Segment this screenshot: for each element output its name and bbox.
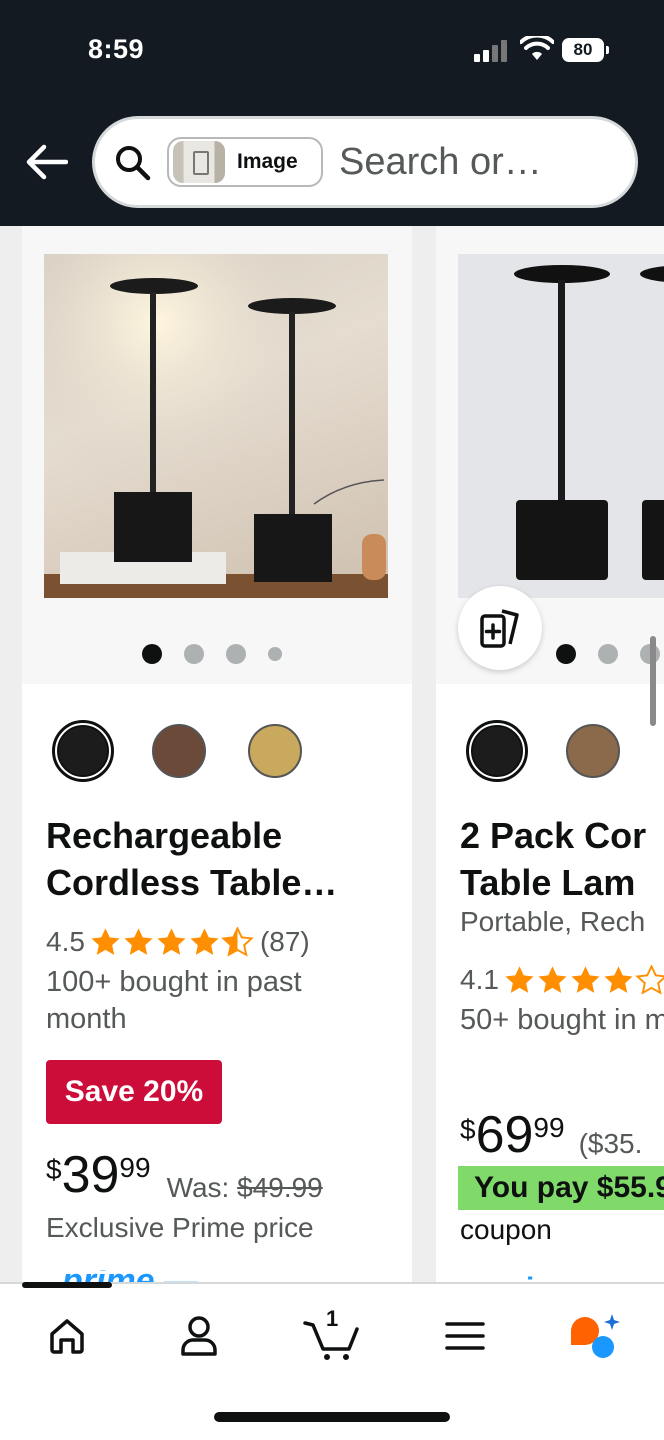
color-swatches xyxy=(52,720,306,782)
carousel-dot[interactable] xyxy=(184,644,204,664)
horizontal-scroll-indicator xyxy=(650,636,656,726)
carousel-dot[interactable] xyxy=(556,644,576,664)
rating-row[interactable]: 4.1 xyxy=(460,964,664,996)
nav-rufus[interactable] xyxy=(560,1308,630,1364)
unit-price: ($35. xyxy=(578,1128,643,1159)
star-rating-icon xyxy=(503,965,664,995)
compare-cards-icon xyxy=(480,609,519,648)
product-image[interactable] xyxy=(458,254,664,598)
rating-value: 4.1 xyxy=(460,964,499,995)
lamp-illustration xyxy=(44,254,388,598)
rating-value: 4.5 xyxy=(46,926,85,957)
nav-home[interactable] xyxy=(32,1308,102,1364)
carousel-dot[interactable] xyxy=(226,644,246,664)
product-subtitle: Portable, Rech xyxy=(460,906,646,937)
image-search-chip[interactable]: Image xyxy=(167,137,323,187)
prime-note: Exclusive Prime price xyxy=(46,1212,314,1243)
arrow-left-icon xyxy=(26,144,68,180)
nav-cart[interactable]: 1 xyxy=(296,1306,366,1364)
results-area: Rechargeable Cordless Table… 4.5 (87) 10… xyxy=(0,226,664,1284)
image-carousel-dots xyxy=(556,644,660,664)
was-price: Was: $49.99 xyxy=(166,1172,323,1203)
price: $ 69 99 ($35. xyxy=(460,1106,643,1164)
cart-count: 1 xyxy=(326,1306,339,1331)
image-carousel-dots xyxy=(142,644,282,664)
carousel-dot[interactable] xyxy=(598,644,618,664)
search-icon xyxy=(116,146,151,181)
star-rating-icon xyxy=(89,927,254,957)
carousel-dot[interactable] xyxy=(268,647,282,661)
swatch-brown[interactable] xyxy=(562,720,624,782)
wifi-icon xyxy=(520,36,554,60)
product-card[interactable]: Rechargeable Cordless Table… 4.5 (87) 10… xyxy=(22,226,412,1284)
coupon-label: coupon xyxy=(460,1214,552,1245)
swatch-black[interactable] xyxy=(466,720,528,782)
home-indicator-bar xyxy=(214,1412,450,1422)
rufus-assistant-icon xyxy=(571,1314,620,1358)
account-icon xyxy=(181,1316,217,1356)
review-count: (87) xyxy=(259,926,310,957)
product-title[interactable]: Rechargeable Cordless Table… xyxy=(46,812,396,906)
nav-account[interactable] xyxy=(164,1308,234,1364)
price: $ 39 99 Was: $49.99 xyxy=(46,1146,323,1204)
save-badge: Save 20% xyxy=(46,1060,222,1124)
home-icon xyxy=(50,1319,84,1354)
bottom-navigation: 1 xyxy=(0,1282,664,1440)
battery-indicator: 80 xyxy=(562,38,609,62)
product-image[interactable] xyxy=(44,254,388,598)
active-tab-indicator xyxy=(22,1282,112,1288)
bought-count: 100+ bought in past month xyxy=(46,966,302,1035)
cellular-signal-icon xyxy=(474,40,510,62)
product-card[interactable]: 2 Pack Cor Table Lam Portable, Rech 4.1 … xyxy=(436,226,664,1284)
lamp-illustration xyxy=(514,265,664,580)
rating-row[interactable]: 4.5 (87) xyxy=(46,926,310,958)
header: 8:59 80 Image Search or… xyxy=(0,0,664,226)
bought-count: 50+ bought in month xyxy=(460,1004,664,1036)
compare-button[interactable] xyxy=(458,586,542,670)
swatch-gold[interactable] xyxy=(244,720,306,782)
nav-menu[interactable] xyxy=(430,1308,500,1364)
coupon-price-banner: You pay $55.9 xyxy=(458,1166,664,1210)
search-input[interactable]: Search or… xyxy=(339,141,542,184)
product-media xyxy=(22,226,412,684)
carousel-dot[interactable] xyxy=(142,644,162,664)
color-swatches xyxy=(466,720,624,782)
back-button[interactable] xyxy=(22,140,70,184)
product-title[interactable]: 2 Pack Cor Table Lam xyxy=(460,812,664,906)
status-time: 8:59 xyxy=(88,34,145,64)
search-bar[interactable]: Image Search or… xyxy=(92,116,638,208)
swatch-brown[interactable] xyxy=(148,720,210,782)
menu-icon xyxy=(445,1322,485,1350)
image-chip-label: Image xyxy=(237,150,298,173)
swatch-black[interactable] xyxy=(52,720,114,782)
image-thumbnail xyxy=(173,141,225,183)
product-media xyxy=(436,226,664,684)
